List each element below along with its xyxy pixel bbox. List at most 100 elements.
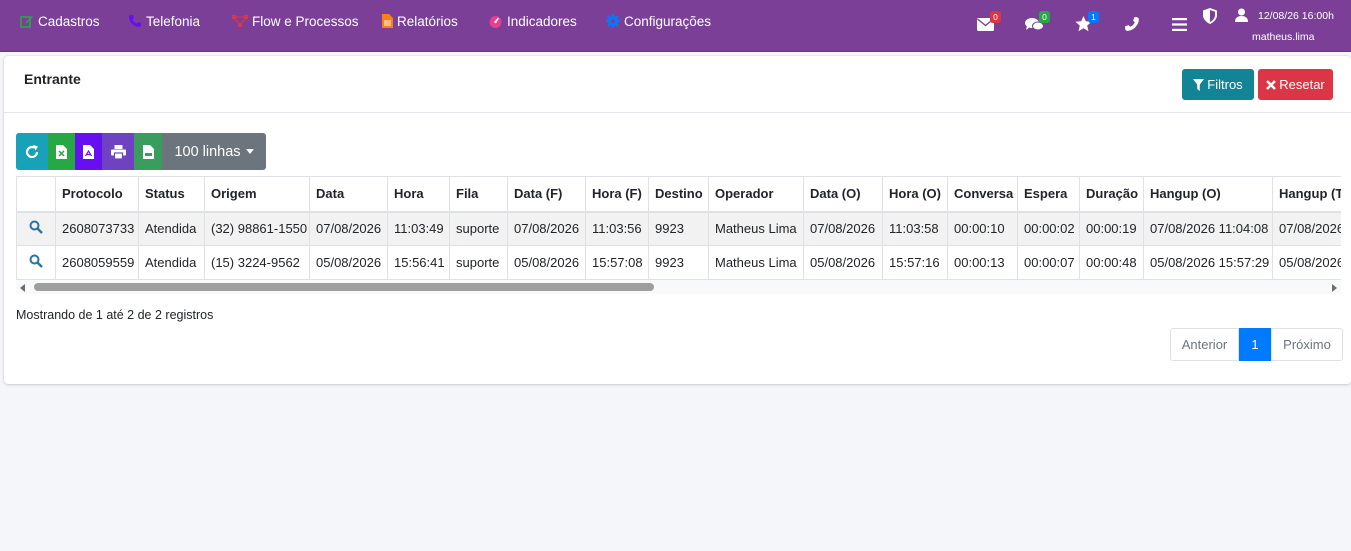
phone-button[interactable] <box>1122 14 1142 34</box>
menu-label: Flow e Processos <box>252 13 359 29</box>
horizontal-scrollbar[interactable] <box>16 280 1341 294</box>
table-cell: 00:00:48 <box>1079 245 1144 280</box>
menu-label: Telefonia <box>146 13 201 29</box>
table-cell: 2608073733 <box>55 211 139 246</box>
table-cell: 15:57:08 <box>585 245 649 280</box>
table-cell: 07/08/2026 <box>1272 211 1341 246</box>
table-cell: (15) 3224-9562 <box>204 245 310 280</box>
page-1-button[interactable]: 1 <box>1239 328 1271 361</box>
table-cell: 07/08/2026 11:04:08 <box>1143 211 1273 246</box>
table-cell: 15:57:16 <box>882 245 948 280</box>
mail-button[interactable]: 0 <box>975 11 1001 34</box>
menu-telefonia[interactable]: Telefonia <box>128 11 200 31</box>
table-cell: 07/08/2026 <box>507 211 586 246</box>
menu-toggle-button[interactable] <box>1169 14 1189 34</box>
column-header[interactable]: Protocolo <box>55 176 139 213</box>
scroll-left-arrow-icon[interactable] <box>20 284 25 292</box>
calls-table: Protocolo Status Origem Data Hora Fila D… <box>16 176 1341 280</box>
export-toolbar: 100 linhas <box>16 133 266 170</box>
column-header[interactable]: Hangup (T) <box>1272 176 1341 213</box>
flow-icon <box>232 15 248 27</box>
printer-icon <box>110 144 126 159</box>
column-header[interactable]: Hangup (O) <box>1143 176 1273 213</box>
gauge-icon <box>489 16 502 28</box>
next-page-button[interactable]: Próximo <box>1271 328 1343 361</box>
phone-icon <box>129 15 141 27</box>
table-cell: 07/08/2026 <box>803 211 883 246</box>
column-header[interactable]: Hora (O) <box>882 176 948 213</box>
page-title: Entrante <box>24 71 81 87</box>
menu-flow-processos[interactable]: Flow e Processos <box>232 11 359 31</box>
hamburger-icon <box>1171 17 1187 31</box>
edit-icon <box>20 16 33 28</box>
menu-label: Configurações <box>624 13 712 29</box>
magnifier-icon[interactable] <box>29 254 43 268</box>
view-cell[interactable] <box>16 211 56 246</box>
export-excel-button[interactable] <box>48 133 75 170</box>
magnifier-icon[interactable] <box>29 220 43 235</box>
menu-label: Cadastros <box>38 13 100 29</box>
table-cell: Atendida <box>138 211 205 246</box>
star-badge: 1 <box>1088 11 1099 23</box>
previous-page-button[interactable]: Anterior <box>1170 328 1239 361</box>
table-cell: 11:03:56 <box>585 211 649 246</box>
table-cell: Matheus Lima <box>708 211 804 246</box>
column-header[interactable]: Fila <box>449 176 508 213</box>
table-cell: 11:03:58 <box>882 211 948 246</box>
records-info: Mostrando de 1 até 2 de 2 registros <box>16 308 214 322</box>
filter-icon <box>1193 78 1205 91</box>
menu-indicadores[interactable]: Indicadores <box>488 11 577 31</box>
table-cell: 05/08/2026 <box>1272 245 1341 280</box>
column-header[interactable]: Data (O) <box>803 176 883 213</box>
menu-cadastros[interactable]: Cadastros <box>20 11 100 31</box>
security-button[interactable] <box>1200 6 1220 26</box>
column-header[interactable]: Hora (F) <box>585 176 649 213</box>
refresh-button[interactable] <box>16 133 48 170</box>
column-header[interactable]: Data (F) <box>507 176 586 213</box>
table-cell: Matheus Lima <box>708 245 804 280</box>
scrollbar-thumb[interactable] <box>34 283 654 291</box>
chat-button[interactable]: 0 <box>1024 11 1050 34</box>
reset-button[interactable]: Resetar <box>1258 69 1333 100</box>
table-cell: 00:00:19 <box>1079 211 1144 246</box>
table-cell: 9923 <box>648 211 709 246</box>
rows-per-page-dropdown[interactable]: 100 linhas <box>162 133 266 170</box>
shield-icon <box>1203 8 1217 24</box>
column-header[interactable]: Conversa <box>947 176 1018 213</box>
document-icon <box>382 14 393 28</box>
user-button[interactable] <box>1231 5 1251 25</box>
favorites-button[interactable]: 1 <box>1073 11 1099 34</box>
column-header[interactable]: Espera <box>1017 176 1080 213</box>
filter-button[interactable]: Filtros <box>1182 69 1254 100</box>
column-header[interactable]: Destino <box>648 176 709 213</box>
column-header[interactable]: Operador <box>708 176 804 213</box>
table-cell: Atendida <box>138 245 205 280</box>
view-cell[interactable] <box>16 245 56 280</box>
pdf-file-icon <box>83 144 94 159</box>
column-header[interactable]: Duração <box>1079 176 1144 213</box>
column-header[interactable]: Origem <box>204 176 310 213</box>
column-header[interactable]: Data <box>309 176 388 213</box>
table-cell: 15:56:41 <box>387 245 450 280</box>
user-name[interactable]: matheus.lima <box>1252 31 1314 43</box>
export-pdf-button[interactable] <box>75 133 102 170</box>
table-cell: 00:00:10 <box>947 211 1018 246</box>
filter-label: Filtros <box>1207 77 1243 92</box>
table-row: 2608059559 Atendida (15) 3224-9562 05/08… <box>16 245 1341 280</box>
menu-relatorios[interactable]: Relatórios <box>382 11 458 31</box>
user-datetime: 12/08/26 16:00h <box>1258 10 1334 22</box>
table-cell: 00:00:02 <box>1017 211 1080 246</box>
table-row: 2608073733 Atendida (32) 98861-1550 07/0… <box>16 211 1341 246</box>
print-button[interactable] <box>102 133 134 170</box>
table-header-row: Protocolo Status Origem Data Hora Fila D… <box>16 176 1341 213</box>
column-header[interactable]: Hora <box>387 176 450 213</box>
table-cell: 05/08/2026 <box>803 245 883 280</box>
export-csv-button[interactable] <box>134 133 162 170</box>
menu-configuracoes[interactable]: Configurações <box>606 11 711 31</box>
table-cell: (32) 98861-1550 <box>204 211 310 246</box>
chat-badge: 0 <box>1039 11 1050 23</box>
scroll-right-arrow-icon[interactable] <box>1332 284 1337 292</box>
mail-badge: 0 <box>990 11 1001 23</box>
caret-down-icon <box>245 149 254 154</box>
column-header[interactable]: Status <box>138 176 205 213</box>
